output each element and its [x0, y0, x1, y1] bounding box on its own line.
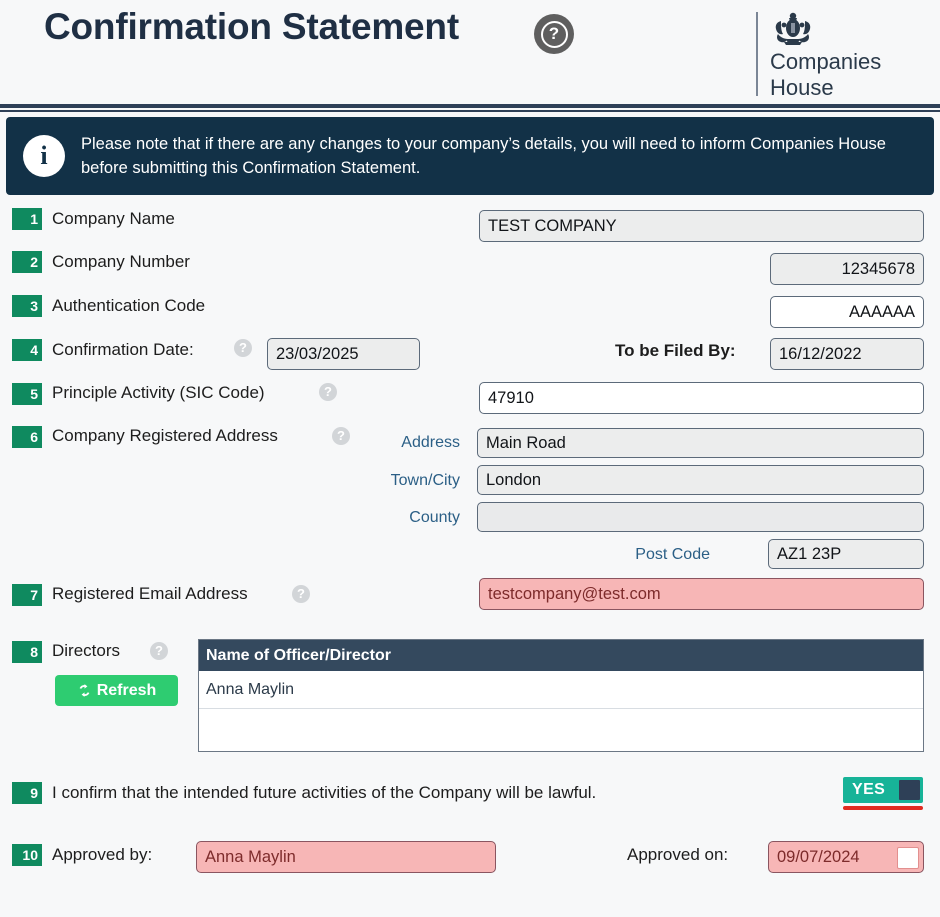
- label-to-be-filed-by: To be Filed By:: [615, 341, 736, 360]
- row-number-9: 9: [12, 782, 42, 804]
- table-row[interactable]: Anna Maylin: [199, 671, 923, 709]
- county-input[interactable]: [477, 502, 924, 532]
- label-post-code: Post Code: [635, 546, 710, 563]
- refresh-button-label: Refresh: [96, 681, 157, 699]
- confirmation-date-help-icon[interactable]: ?: [234, 339, 252, 357]
- label-company-name: Company Name: [52, 209, 175, 228]
- label-approved-by: Approved by:: [52, 845, 153, 864]
- label-confirm-lawful: I confirm that the intended future activ…: [52, 783, 597, 802]
- label-principle-activity: Principle Activity (SIC Code): [52, 383, 265, 402]
- header-divider-thin: [0, 110, 940, 112]
- directors-table-header: Name of Officer/Director: [199, 640, 923, 671]
- title-help-icon[interactable]: ?: [534, 14, 574, 54]
- company-name-input[interactable]: TEST COMPANY: [479, 210, 924, 242]
- logo-divider: [756, 12, 758, 96]
- confirmation-date-input[interactable]: 23/03/2025: [267, 338, 420, 370]
- label-county: County: [409, 509, 460, 526]
- toggle-required-underline: [843, 806, 923, 810]
- info-banner-text: Please note that if there are any change…: [81, 135, 886, 177]
- label-authentication-code: Authentication Code: [52, 296, 206, 315]
- refresh-button[interactable]: Refresh: [55, 675, 178, 706]
- town-city-input[interactable]: London: [477, 465, 924, 495]
- royal-coat-of-arms-icon: [775, 12, 811, 45]
- row-number-6: 6: [12, 426, 42, 448]
- label-company-number: Company Number: [52, 252, 190, 271]
- row-number-2: 2: [12, 251, 42, 273]
- principle-activity-help-icon[interactable]: ?: [319, 383, 337, 401]
- row-number-5: 5: [12, 383, 42, 405]
- confirmation-statement-page: » Confirmation Statement ?: [0, 0, 940, 917]
- brand-line-2: House: [770, 75, 834, 100]
- toggle-track[interactable]: YES: [843, 777, 923, 803]
- row-number-3: 3: [12, 295, 42, 317]
- registered-email-help-icon[interactable]: ?: [292, 585, 310, 603]
- row-number-8: 8: [12, 641, 42, 663]
- header-divider-thick: [0, 104, 940, 108]
- info-icon: i: [23, 135, 65, 177]
- row-number-10: 10: [12, 844, 42, 866]
- page-header: Confirmation Statement ? Companies House: [0, 0, 940, 108]
- sic-code-input[interactable]: 47910: [479, 382, 924, 414]
- company-number-input[interactable]: 12345678: [770, 253, 924, 285]
- confirm-lawful-toggle[interactable]: YES: [843, 777, 923, 810]
- label-town-city: Town/City: [390, 472, 460, 489]
- row-number-4: 4: [12, 339, 42, 361]
- page-title: Confirmation Statement: [44, 6, 459, 47]
- label-registered-address: Company Registered Address: [52, 426, 278, 445]
- question-mark-glyph: ?: [540, 20, 568, 48]
- info-banner: i Please note that if there are any chan…: [6, 117, 934, 195]
- toggle-state-label: YES: [852, 781, 886, 798]
- authentication-code-input[interactable]: AAAAAA: [770, 296, 924, 328]
- companies-house-logo: Companies House: [756, 12, 926, 100]
- to-be-filed-by-input[interactable]: 16/12/2022: [770, 338, 924, 370]
- post-code-input[interactable]: AZ1 23P: [768, 539, 924, 569]
- refresh-circular-arrows-icon: [79, 684, 90, 697]
- toggle-knob[interactable]: [899, 780, 920, 800]
- row-number-1: 1: [12, 208, 42, 230]
- address-line-input[interactable]: Main Road: [477, 428, 924, 458]
- approved-by-input[interactable]: Anna Maylin: [196, 841, 496, 873]
- directors-help-icon[interactable]: ?: [150, 642, 168, 660]
- table-row[interactable]: [199, 709, 923, 747]
- approved-on-input[interactable]: 09/07/2024: [768, 841, 924, 873]
- registered-email-input[interactable]: testcompany@test.com: [479, 578, 924, 610]
- label-registered-email: Registered Email Address: [52, 584, 248, 603]
- label-confirmation-date: Confirmation Date:: [52, 340, 194, 359]
- directors-table: Name of Officer/Director Anna Maylin: [198, 639, 924, 752]
- approved-on-value: 09/07/2024: [777, 847, 860, 866]
- calendar-icon[interactable]: [897, 847, 919, 869]
- row-number-7: 7: [12, 584, 42, 606]
- label-approved-on: Approved on:: [627, 845, 729, 864]
- label-directors: Directors: [52, 641, 121, 660]
- label-address-line: Address: [401, 434, 460, 451]
- brand-line-1: Companies: [770, 49, 882, 74]
